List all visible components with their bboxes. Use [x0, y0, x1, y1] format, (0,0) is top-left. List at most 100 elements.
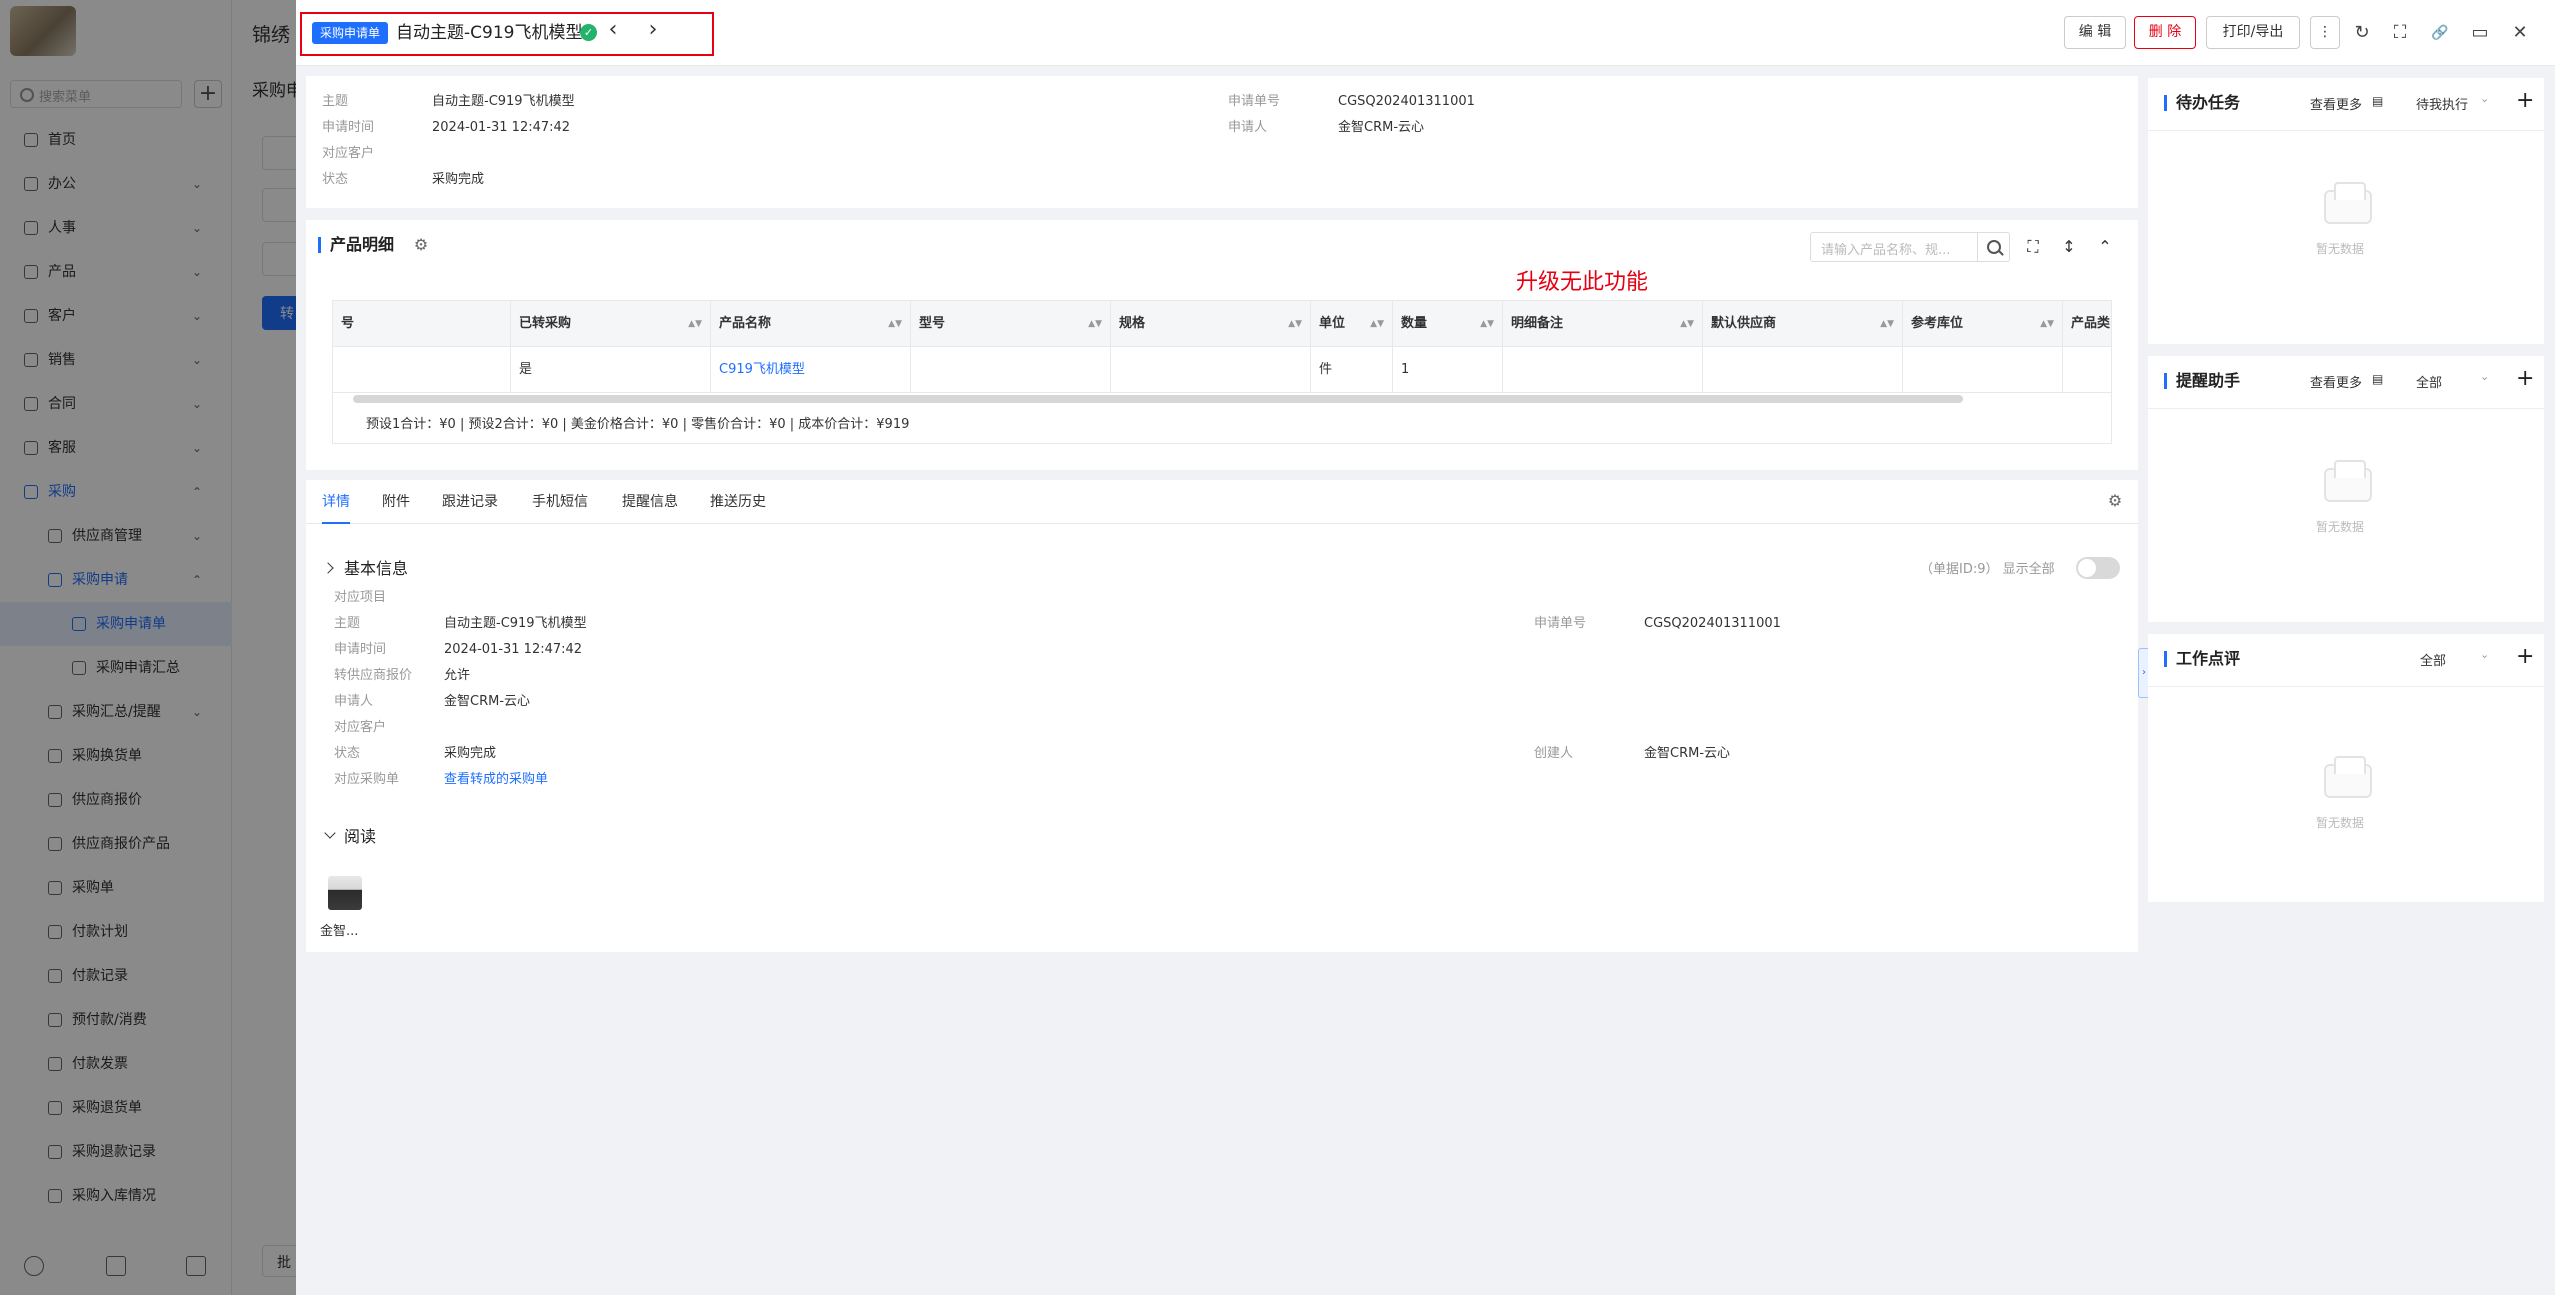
product-search-input[interactable]: 请输入产品名称、规... [1810, 232, 1978, 262]
gear-icon[interactable]: ⚙ [412, 236, 430, 254]
todo-view-more-link[interactable]: 查看更多 [2310, 94, 2362, 113]
sort-icon[interactable]: ▲▼ [2040, 301, 2054, 347]
field-label: 申请时间 [334, 642, 387, 657]
field-label: 状态 [334, 746, 361, 761]
reminder-title: 提醒助手 [2164, 370, 2240, 392]
table-cell [1111, 347, 1311, 393]
table-column-header[interactable]: 默认供应商 ▲▼ [1703, 301, 1903, 347]
tab-0[interactable]: 详情 [322, 480, 350, 524]
tab-5[interactable]: 推送历史 [710, 480, 766, 524]
fullscreen-icon[interactable]: ⛶ [2386, 18, 2414, 48]
sort-icon[interactable]: ▲▼ [1880, 301, 1894, 347]
gear-icon[interactable]: ⚙ [2106, 492, 2124, 510]
column-label: 规格 [1119, 316, 1146, 331]
sort-icon[interactable]: ▲▼ [688, 301, 702, 347]
verified-check-icon: ✓ [580, 24, 597, 41]
summary-field: 申请单号 CGSQ202401311001 [1228, 92, 1828, 112]
copy-link-icon[interactable]: 🔗 [2426, 18, 2454, 48]
avatar [328, 876, 362, 910]
column-label: 数量 [1401, 316, 1428, 331]
review-title: 工作点评 [2164, 648, 2240, 670]
sort-icon[interactable]: ▲▼ [1680, 301, 1694, 347]
review-filter-select[interactable]: 全部 [2420, 650, 2446, 669]
table-column-header[interactable]: 明细备注 ▲▼ [1503, 301, 1703, 347]
detail-field: 申请时间 2024-01-31 12:47:42 [334, 640, 1034, 660]
empty-text: 暂无数据 [2316, 242, 2365, 256]
table-cell [911, 347, 1111, 393]
table-column-header[interactable]: 单位 ▲▼ [1311, 301, 1393, 347]
print-export-button[interactable]: 打印/导出 [2206, 16, 2300, 49]
tab-4[interactable]: 提醒信息 [622, 480, 678, 524]
record-type-badge: 采购申请单 [312, 22, 389, 44]
table-cell [1503, 347, 1703, 393]
field-label: 申请人 [1228, 120, 1268, 135]
summary-field: 主题 自动主题-C919飞机模型 [322, 92, 922, 112]
field-value: 采购完成 [432, 172, 485, 187]
search-icon[interactable] [1978, 232, 2010, 262]
detail-drawer: 采购申请单 自动主题-C919飞机模型 ✓ ‹ › 编 辑 删 除 打印/导出 … [296, 0, 2555, 1295]
show-all-toggle[interactable] [2076, 557, 2120, 579]
todo-title: 待办任务 [2164, 92, 2240, 114]
sort-icon[interactable]: ▲▼ [1088, 301, 1102, 347]
reminder-view-more-link[interactable]: 查看更多 [2310, 372, 2362, 391]
basic-info-title[interactable]: 基本信息 [324, 558, 408, 580]
sort-icon[interactable]: ▲▼ [1370, 301, 1384, 347]
table-column-header[interactable]: 参考库位 ▲▼ [1903, 301, 2063, 347]
tab-3[interactable]: 手机短信 [532, 480, 588, 524]
sort-icon[interactable]: ▲▼ [888, 301, 902, 347]
collapse-icon[interactable]: ⌃ [2092, 234, 2118, 260]
table-column-header[interactable]: 数量 ▲▼ [1393, 301, 1503, 347]
sort-icon[interactable]: ▲▼ [1288, 301, 1302, 347]
empty-text: 暂无数据 [2316, 520, 2365, 534]
table-row[interactable]: 是 C919飞机模型 件 1 [333, 347, 2111, 393]
more-menu-button[interactable]: ⋮ [2310, 16, 2340, 49]
divider [2148, 686, 2544, 687]
divider [2148, 408, 2544, 409]
summary-field: 申请时间 2024-01-31 12:47:42 [322, 118, 922, 138]
detail-field[interactable]: 对应采购单 查看转成的采购单 [334, 770, 1034, 790]
chevron-down-icon: ⌄ [2480, 92, 2490, 105]
column-label: 默认供应商 [1711, 316, 1777, 331]
table-cell [2063, 347, 2111, 393]
add-review-button[interactable]: + [2516, 642, 2534, 672]
reminder-filter-select[interactable]: 全部 [2416, 372, 2442, 391]
delete-button[interactable]: 删 除 [2134, 16, 2196, 49]
read-section-title[interactable]: 阅读 [324, 826, 376, 848]
table-column-header[interactable]: 型号 ▲▼ [911, 301, 1111, 347]
row-height-icon[interactable]: ↕ [2056, 234, 2082, 260]
calendar-icon[interactable]: ▤ [2372, 372, 2383, 386]
table-column-header[interactable]: 规格 ▲▼ [1111, 301, 1311, 347]
horizontal-scrollbar[interactable] [353, 395, 1963, 403]
reader-name: 金智... [320, 924, 359, 939]
table-column-header[interactable]: 产品类 [2063, 301, 2111, 347]
todo-filter-select[interactable]: 待我执行 [2416, 94, 2468, 113]
table-column-header[interactable]: 产品名称 ▲▼ [711, 301, 911, 347]
add-todo-button[interactable]: + [2516, 86, 2534, 116]
product-name-link[interactable]: C919飞机模型 [711, 347, 911, 393]
add-reminder-button[interactable]: + [2516, 364, 2534, 394]
edit-button[interactable]: 编 辑 [2064, 16, 2126, 49]
prev-record-button[interactable]: ‹ [600, 16, 626, 46]
purchase-order-link[interactable]: 查看转成的采购单 [444, 770, 548, 790]
product-detail-title: 产品明细 [318, 234, 394, 256]
upgrade-note: 升级无此功能 [1516, 270, 1649, 295]
expand-icon[interactable]: ⛶ [2020, 234, 2046, 260]
sort-icon[interactable]: ▲▼ [1480, 301, 1494, 347]
table-column-header[interactable]: 号 [333, 301, 511, 347]
field-value: 自动主题-C919飞机模型 [444, 616, 587, 631]
table-cell: 件 [1311, 347, 1393, 393]
window-mode-icon[interactable]: ▭ [2466, 18, 2494, 48]
detail-field: 创建人 金智CRM-云心 [1534, 744, 2134, 764]
field-value: 自动主题-C919飞机模型 [432, 94, 575, 109]
tab-1[interactable]: 附件 [382, 480, 410, 524]
close-icon[interactable]: ✕ [2506, 18, 2534, 48]
calendar-icon[interactable]: ▤ [2372, 94, 2383, 108]
table-column-header[interactable]: 已转采购 ▲▼ [511, 301, 711, 347]
divider [2148, 130, 2544, 131]
refresh-icon[interactable]: ↻ [2348, 18, 2376, 48]
empty-text: 暂无数据 [2316, 816, 2365, 830]
next-record-button[interactable]: › [640, 16, 666, 46]
tab-2[interactable]: 跟进记录 [442, 480, 498, 524]
column-label: 明细备注 [1511, 316, 1564, 331]
field-label: 状态 [322, 172, 349, 187]
